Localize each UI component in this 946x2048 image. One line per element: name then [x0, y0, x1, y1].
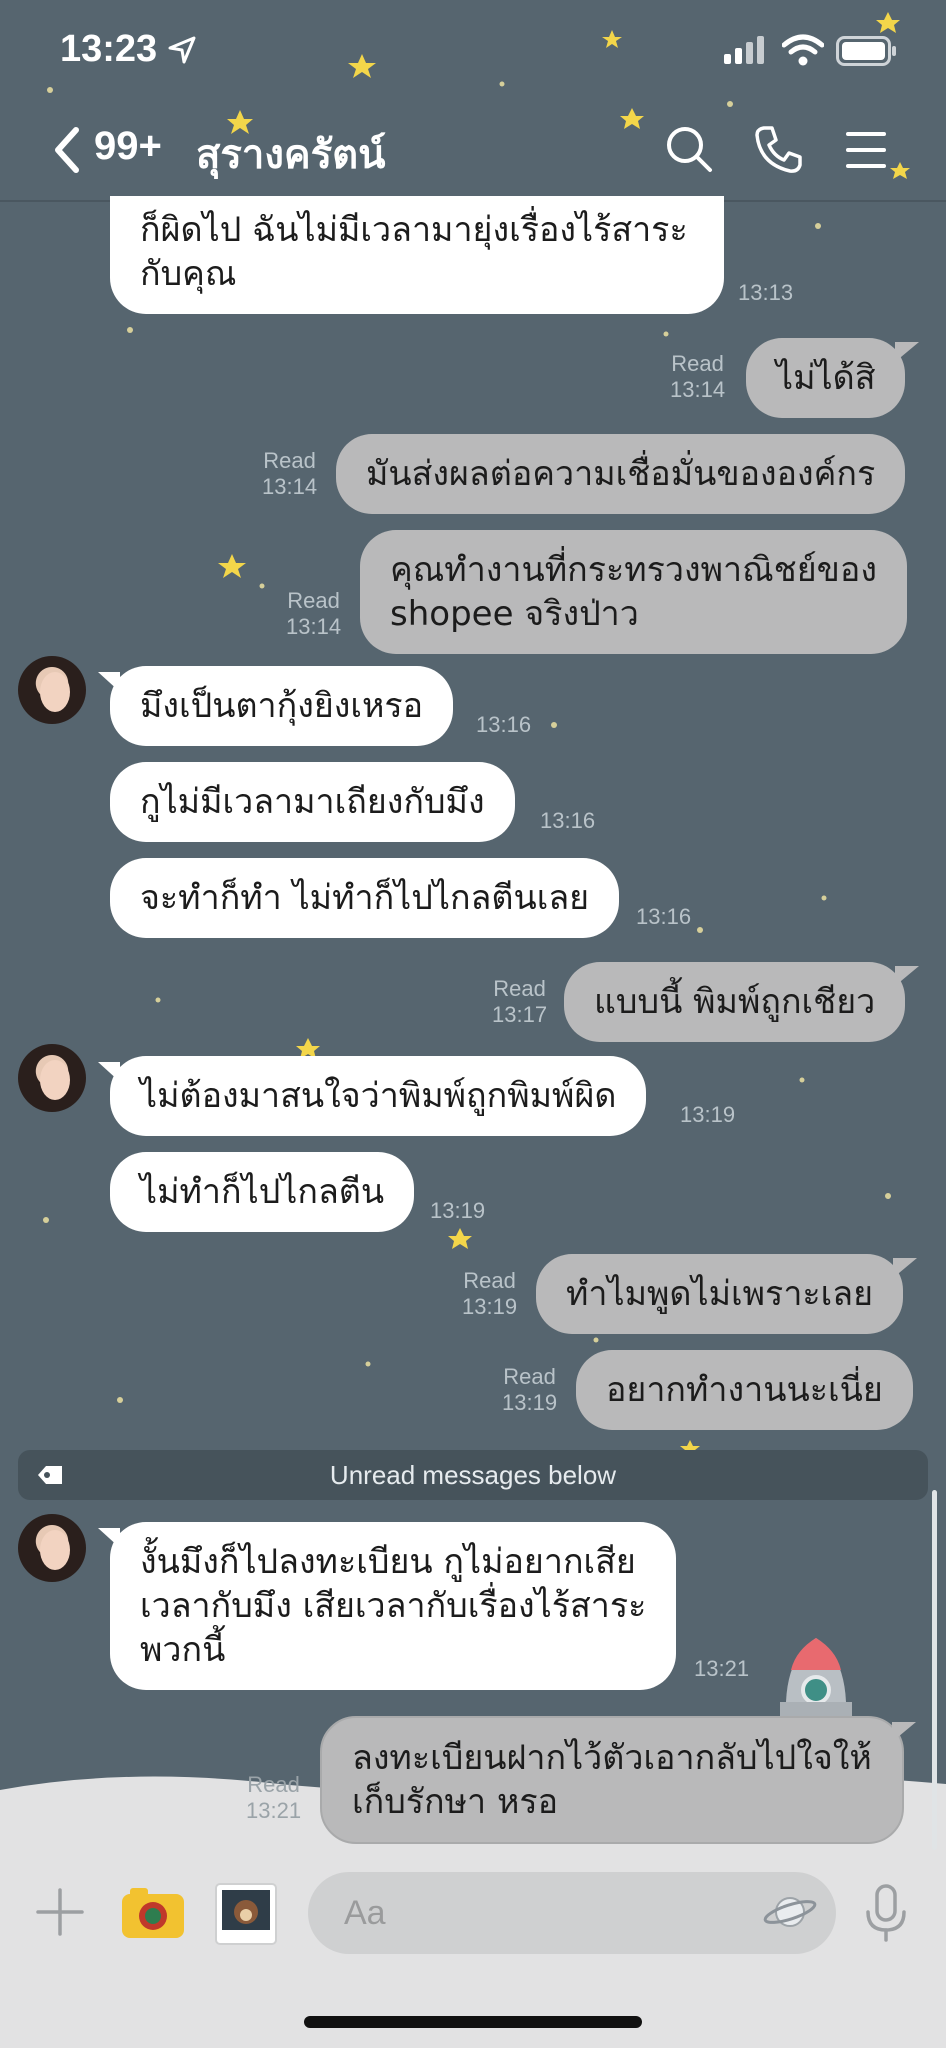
message-time: 13:14 — [286, 614, 342, 639]
message-bubble-incoming[interactable]: กูไม่มีเวลามาเถียงกับมึง — [110, 762, 515, 842]
read-receipt: Read — [463, 1268, 516, 1293]
message-bubble-outgoing[interactable]: คุณทำงานที่กระทรวงพาณิชย์ของ shopee จริง… — [360, 530, 907, 654]
status-bar: 13:23 — [0, 0, 946, 100]
message-bubble-incoming[interactable]: ก็ผิดไป ฉันไม่มีเวลามายุ่งเรื่องไร้สาระ … — [110, 196, 724, 314]
message-bubble-outgoing[interactable]: มันส่งผลต่อความเชื่อมั่นขององค์กร — [336, 434, 906, 514]
message-text: ก็ผิดไป ฉันไม่มีเวลามายุ่งเรื่องไร้สาระ — [140, 210, 688, 250]
message-time: 13:19 — [680, 1102, 736, 1127]
plus-icon[interactable] — [36, 1888, 84, 1936]
message-text: พวกนี้ — [140, 1630, 226, 1670]
read-receipt: Read — [263, 448, 316, 473]
message-meta: Read 13:19 — [502, 1364, 557, 1416]
message-meta: Read 13:21 — [246, 1772, 301, 1824]
status-time: 13:23 — [60, 28, 158, 70]
unread-divider-label: Unread messages below — [329, 1460, 617, 1490]
message-meta: Read 13:14 — [670, 351, 725, 403]
message-time: 13:21 — [246, 1798, 302, 1823]
message-bubble-incoming[interactable]: ไม่ทำก็ไปไกลตีน — [110, 1152, 415, 1232]
location-arrow-icon — [168, 36, 196, 64]
message-bubble-outgoing[interactable]: ลงทะเบียนฝากไว้ตัวเอากลับไปใจให้ เก็บรัก… — [320, 1716, 916, 1844]
home-indicator — [304, 2016, 642, 2028]
message-time: 13:16 — [540, 808, 596, 833]
message-text: ไม่ต้องมาสนใจว่าพิมพ์ถูกพิมพ์ผิด — [140, 1076, 617, 1116]
message-bubble-incoming[interactable]: มึงเป็นตากุ้งยิงเหรอ — [97, 666, 454, 746]
message-text: ลงทะเบียนฝากไว้ตัวเอากลับไปใจให้ — [352, 1738, 872, 1778]
message-bubble-incoming[interactable]: งั้นมึงก็ไปลงทะเบียน กูไม่อยากเสีย เวลาก… — [97, 1522, 677, 1690]
message-text: แบบนี้ พิมพ์ถูกเชียว — [594, 982, 876, 1022]
message-text: มันส่งผลต่อความเชื่อมั่นขององค์กร — [366, 454, 876, 494]
message-time: 13:16 — [636, 904, 692, 929]
wifi-icon — [782, 34, 824, 66]
unread-count[interactable]: 99+ — [94, 124, 162, 169]
message-bubble-incoming[interactable]: จะทำก็ทำ ไม่ทำก็ไปไกลตีนเลย — [110, 858, 620, 938]
signal-icon — [724, 36, 764, 64]
read-receipt: Read — [671, 351, 724, 376]
message-time: 13:16 — [476, 712, 532, 737]
message-time: 13:19 — [462, 1294, 518, 1319]
avatar[interactable] — [18, 656, 86, 724]
message-meta: Read 13:14 — [262, 448, 317, 500]
message-text: งั้นมึงก็ไปลงทะเบียน กูไม่อยากเสีย — [140, 1542, 636, 1582]
battery-icon — [836, 36, 896, 66]
chat-title[interactable]: สุรางครัตน์ — [196, 122, 385, 186]
planet-icon[interactable] — [762, 1890, 818, 1934]
message-bubble-outgoing[interactable]: แบบนี้ พิมพ์ถูกเชียว — [564, 962, 920, 1042]
chat-scrollbar[interactable] — [932, 1490, 937, 1850]
message-text: จะทำก็ทำ ไม่ทำก็ไปไกลตีนเลย — [140, 878, 590, 918]
message-time: 13:17 — [492, 1002, 548, 1027]
message-meta: Read 13:17 — [492, 976, 547, 1028]
message-text: อยากทำงานนะเนี่ย — [606, 1370, 883, 1410]
back-chevron-icon[interactable] — [50, 126, 84, 174]
message-bubble-outgoing[interactable]: ทำไมพูดไม่เพราะเลย — [536, 1254, 918, 1334]
read-receipt: Read — [493, 976, 546, 1001]
camera-icon[interactable] — [120, 1884, 186, 1940]
avatar[interactable] — [18, 1044, 86, 1112]
message-text: ไม่ได้สิ — [776, 358, 876, 398]
sticker-icon[interactable] — [214, 1882, 278, 1946]
message-text: ไม่ทำก็ไปไกลตีน — [140, 1172, 385, 1212]
unread-divider: Unread messages below — [18, 1450, 928, 1500]
message-text: กับคุณ — [140, 254, 237, 294]
message-input[interactable] — [308, 1872, 836, 1954]
message-text: ทำไมพูดไม่เพราะเลย — [566, 1274, 874, 1314]
message-time: 13:14 — [262, 474, 318, 499]
read-receipt: Read — [287, 588, 340, 613]
message-time: 13:21 — [694, 1656, 750, 1681]
message-bubble-outgoing[interactable]: ไม่ได้สิ — [746, 338, 920, 418]
avatar[interactable] — [18, 1514, 86, 1582]
read-receipt: Read — [247, 1772, 300, 1797]
read-receipt: Read — [503, 1364, 556, 1389]
phone-icon[interactable] — [754, 124, 802, 174]
message-text: shopee จริงป่าว — [390, 594, 639, 634]
message-text: เก็บรักษา หรอ — [352, 1782, 559, 1822]
message-bubble-outgoing[interactable]: อยากทำงานนะเนี่ย — [576, 1350, 913, 1430]
message-time: 13:19 — [430, 1198, 486, 1223]
message-time: 13:14 — [670, 377, 726, 402]
menu-icon[interactable] — [844, 130, 888, 170]
message-meta: Read 13:19 — [462, 1268, 517, 1320]
message-text: คุณทำงานที่กระทรวงพาณิชย์ของ — [390, 550, 877, 590]
message-time: 13:19 — [502, 1390, 558, 1415]
search-icon[interactable] — [664, 124, 714, 174]
message-text: มึงเป็นตากุ้งยิงเหรอ — [140, 686, 424, 726]
message-text: กูไม่มีเวลามาเถียงกับมึง — [140, 782, 485, 822]
message-time: 13:13 — [738, 280, 794, 305]
mic-icon[interactable] — [864, 1884, 908, 1944]
message-meta: Read 13:14 — [286, 588, 341, 640]
message-bubble-incoming[interactable]: ไม่ต้องมาสนใจว่าพิมพ์ถูกพิมพ์ผิด — [97, 1056, 647, 1136]
message-text: เวลากับมึง เสียเวลากับเรื่องไร้สาระ — [140, 1586, 647, 1626]
